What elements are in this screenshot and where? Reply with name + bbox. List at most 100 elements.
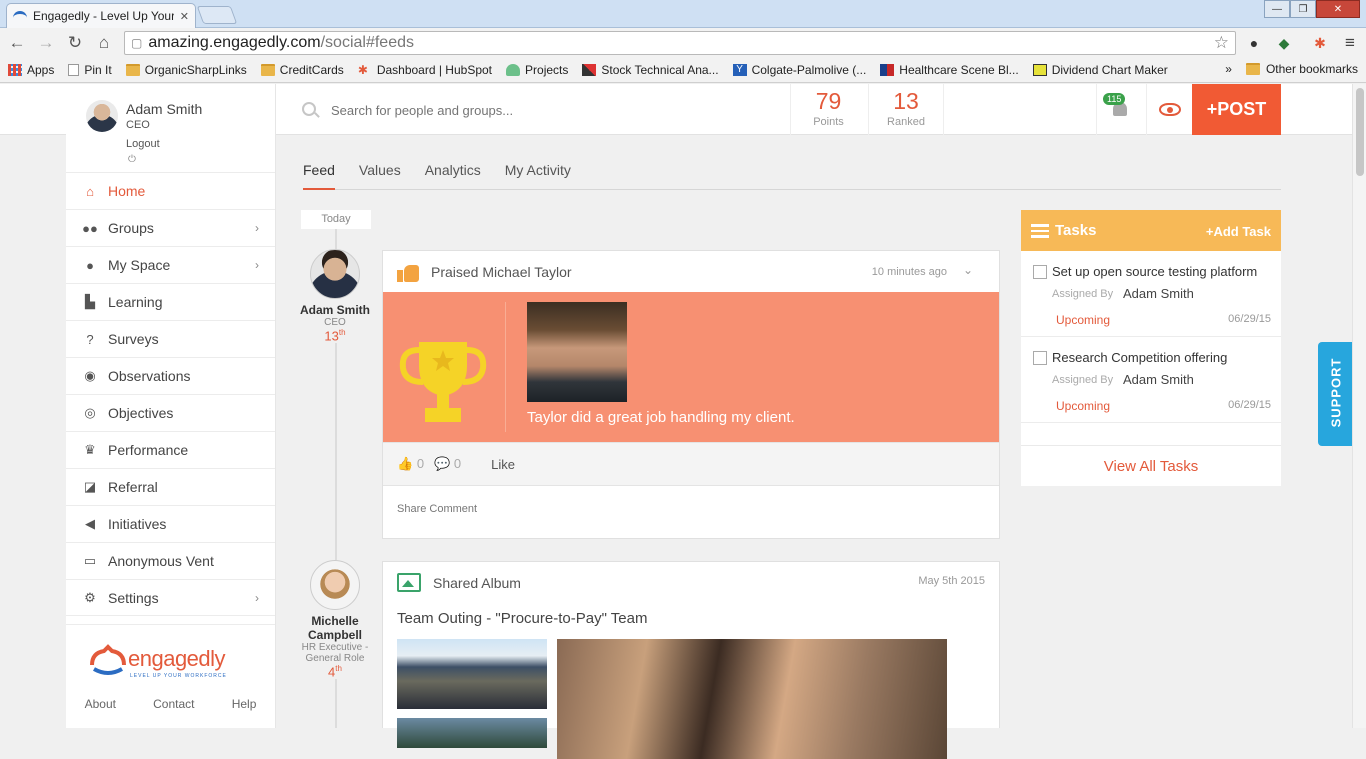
target-icon: ◎ — [84, 405, 96, 420]
engagedly-logo[interactable]: engagedly LEVEL UP YOUR WORKFORCE — [88, 643, 238, 679]
author-name[interactable]: Michelle Campbell — [300, 614, 370, 642]
bookmark-apps[interactable]: Apps — [8, 63, 54, 77]
folder-icon — [125, 64, 140, 76]
sidebar-item-settings[interactable]: ⚙ Settings › — [66, 579, 275, 616]
support-tab[interactable]: SUPPORT — [1318, 342, 1352, 446]
like-button[interactable]: Like — [491, 457, 515, 472]
chrome-menu-icon[interactable]: ≡ — [1340, 33, 1360, 53]
reload-icon[interactable]: ↻ — [65, 33, 85, 53]
tab-values[interactable]: Values — [359, 158, 401, 190]
tab-feed[interactable]: Feed — [303, 158, 335, 190]
author-name[interactable]: Adam Smith — [300, 303, 370, 317]
task-title[interactable]: Research Competition offering — [1052, 350, 1227, 365]
chevron-down-icon[interactable]: ⌄ — [963, 263, 973, 277]
about-link[interactable]: About — [85, 697, 116, 711]
author-role: CEO — [324, 317, 346, 328]
sidebar-item-label: Learning — [108, 294, 163, 310]
other-bookmarks-button[interactable]: Other bookmarks — [1266, 62, 1358, 76]
add-task-button[interactable]: +Add Task — [1206, 224, 1271, 239]
sidebar-item-label: Performance — [108, 442, 189, 458]
post-button[interactable]: +POST — [1192, 84, 1281, 135]
sidebar-item-objectives[interactable]: ◎ Objectives — [66, 394, 275, 431]
like-count[interactable]: 👍 0 — [397, 456, 424, 472]
minimize-button[interactable]: — — [1264, 0, 1290, 18]
forward-icon[interactable]: → — [36, 33, 56, 53]
logout-link[interactable]: Logout — [126, 138, 160, 150]
album-photo[interactable] — [397, 639, 547, 709]
praised-person-photo[interactable] — [527, 302, 627, 402]
more-bookmarks-button[interactable]: » — [1225, 62, 1232, 76]
close-tab-icon[interactable]: ✕ — [180, 10, 189, 23]
maximize-button[interactable]: ❐ — [1290, 0, 1316, 18]
album-title[interactable]: Team Outing - "Procure-to-Pay" Team — [397, 610, 647, 627]
bookmark-projects[interactable]: Projects — [506, 63, 568, 77]
contact-link[interactable]: Contact — [153, 697, 194, 711]
bookmark-colgate[interactable]: Y Colgate-Palmolive (... — [732, 63, 866, 77]
address-bar[interactable]: ▢ amazing.engagedly.com/social#feeds ☆ — [124, 31, 1236, 55]
bookmark-dividend[interactable]: Dividend Chart Maker — [1032, 63, 1168, 77]
watch-button[interactable] — [1146, 84, 1192, 135]
bookmark-pin-it[interactable]: Pin It — [68, 63, 112, 77]
share-comment-input[interactable]: Share Comment — [383, 486, 999, 531]
profile-name[interactable]: Adam Smith — [126, 101, 202, 117]
view-all-tasks-link[interactable]: View All Tasks — [1021, 445, 1281, 486]
power-icon[interactable]: ⏻ — [128, 154, 136, 165]
window-close-button[interactable]: ✕ — [1316, 0, 1360, 18]
task-assignee: Adam Smith — [1123, 286, 1194, 301]
bookmark-label: Pin It — [84, 63, 112, 77]
sidebar-item-anonymous-vent[interactable]: ▭ Anonymous Vent — [66, 542, 275, 579]
tab-analytics[interactable]: Analytics — [425, 158, 481, 190]
comment-count[interactable]: 💬 0 — [434, 456, 461, 472]
post-action[interactable]: Praised Michael Taylor — [431, 264, 572, 280]
hubspot-extension-icon[interactable]: ✱ — [1310, 33, 1330, 53]
search-input[interactable] — [331, 99, 781, 121]
task-title[interactable]: Set up open source testing platform — [1052, 264, 1257, 279]
bookmark-organicsharplinks[interactable]: OrganicSharpLinks — [125, 63, 247, 77]
engagedly-favicon-icon — [13, 11, 27, 21]
album-photo[interactable] — [397, 718, 547, 748]
back-icon[interactable]: ← — [7, 33, 27, 53]
sidebar-item-groups[interactable]: ●● Groups › — [66, 209, 275, 246]
avatar[interactable] — [86, 100, 118, 132]
points-stat[interactable]: 79 Points — [790, 84, 866, 135]
sidebar-item-my-space[interactable]: ● My Space › — [66, 246, 275, 283]
bookmark-stock-technical[interactable]: Stock Technical Ana... — [582, 63, 719, 77]
bookmark-label: Dividend Chart Maker — [1051, 63, 1168, 77]
sidebar-item-performance[interactable]: ♛ Performance — [66, 431, 275, 468]
sidebar-item-label: Referral — [108, 479, 158, 495]
sidebar-item-home[interactable]: ⌂ Home — [66, 172, 275, 209]
task-checkbox[interactable] — [1033, 351, 1047, 365]
notifications-button[interactable]: 115 — [1096, 84, 1144, 135]
rank-stat[interactable]: 13 Ranked — [868, 84, 944, 135]
bookmark-star-icon[interactable]: ☆ — [1214, 33, 1229, 53]
sidebar-item-initiatives[interactable]: ◀ Initiatives — [66, 505, 275, 542]
sidebar-item-surveys[interactable]: ? Surveys — [66, 320, 275, 357]
new-tab-button[interactable] — [196, 6, 238, 24]
task-item: Set up open source testing platform Assi… — [1021, 251, 1281, 337]
sidebar-item-referral[interactable]: ◪ Referral — [66, 468, 275, 505]
sidebar-item-learning[interactable]: ▙ Learning — [66, 283, 275, 320]
tab-my-activity[interactable]: My Activity — [505, 158, 571, 190]
owl-extension-icon[interactable]: ● — [1244, 33, 1264, 53]
browser-tab[interactable]: Engagedly - Level Up Your ✕ — [6, 3, 196, 28]
question-icon: ? — [86, 331, 94, 347]
help-link[interactable]: Help — [232, 697, 257, 711]
praise-divider — [505, 302, 506, 432]
profile-card: Adam Smith CEO Logout ⏻ — [66, 84, 276, 172]
album-photo-large[interactable] — [557, 639, 947, 759]
avatar[interactable] — [310, 560, 360, 610]
bookmark-creditcards[interactable]: CreditCards — [260, 63, 344, 77]
bookmark-hubspot[interactable]: ✱ Dashboard | HubSpot — [358, 63, 492, 77]
post-action[interactable]: Shared Album — [433, 575, 521, 591]
sidebar-item-label: Anonymous Vent — [108, 553, 214, 569]
home-page-icon[interactable]: ⌂ — [94, 33, 114, 53]
avatar[interactable] — [310, 249, 360, 299]
album-post-card: Shared Album May 5th 2015 Team Outing - … — [382, 561, 1000, 759]
task-checkbox[interactable] — [1033, 265, 1047, 279]
scroll-thumb[interactable] — [1356, 88, 1364, 176]
bookmark-healthcare[interactable]: Healthcare Scene Bl... — [880, 63, 1019, 77]
sidebar-item-observations[interactable]: ◉ Observations — [66, 357, 275, 394]
page-scrollbar[interactable] — [1352, 84, 1366, 728]
evernote-extension-icon[interactable]: ◆ — [1274, 33, 1294, 53]
post-author: Michelle Campbell HR Executive - General R… — [300, 560, 370, 680]
